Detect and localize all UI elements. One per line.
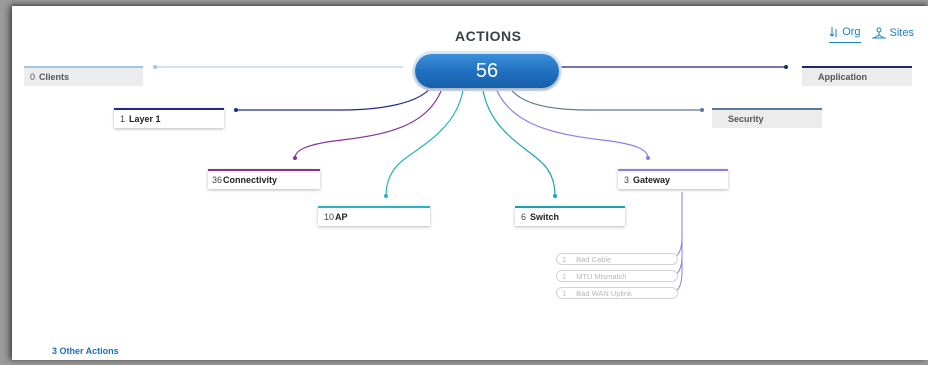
action-count: 1 <box>562 254 567 264</box>
application-label: Application <box>818 72 867 82</box>
other-actions-link[interactable]: 3 Other Actions <box>52 346 119 356</box>
sites-view-button[interactable]: Sites <box>871 26 914 43</box>
org-view-button[interactable]: Org <box>829 26 861 43</box>
ap-label: AP <box>335 212 348 222</box>
switch-count: 6 <box>521 212 527 222</box>
link-gateway-dot <box>646 156 650 160</box>
link-ap-dot <box>384 194 388 198</box>
total-actions-count[interactable]: 56 <box>415 54 559 88</box>
action-label: MTU Mismatch <box>576 271 627 281</box>
link-clients-dot <box>153 65 157 69</box>
gateway-count: 3 <box>624 175 630 185</box>
ap-card[interactable]: 10 AP <box>318 206 430 226</box>
sort-arrows-icon <box>829 27 837 37</box>
link-layer1 <box>236 82 435 111</box>
gateway-label: Gateway <box>633 175 671 185</box>
panel-title: ACTIONS <box>455 28 522 44</box>
action-count: 1 <box>562 271 567 281</box>
action-label: Bad Cable <box>576 254 612 264</box>
action-label: Bad WAN Uplink <box>576 288 632 298</box>
link-gateway <box>493 82 649 159</box>
gateway-action-mtu-mismatch[interactable]: 1 MTU Mismatch <box>556 270 678 282</box>
link-connectivity-dot <box>293 156 297 160</box>
gateway-action-bad-cable[interactable]: 1 Bad Cable <box>556 253 678 265</box>
actions-panel: ACTIONS Org Sites 56 0 Clients Applicati… <box>12 6 928 360</box>
org-label: Org <box>842 26 861 38</box>
connectivity-label: Connectivity <box>223 175 278 185</box>
sites-label: Sites <box>889 26 914 39</box>
security-label: Security <box>728 114 764 124</box>
gateway-card[interactable]: 3 Gateway <box>618 169 728 189</box>
link-switch-dot <box>553 194 557 198</box>
link-bad-cable <box>665 192 683 261</box>
clients-card[interactable]: 0 Clients <box>24 66 143 86</box>
layer1-label: Layer 1 <box>129 114 161 124</box>
link-layer1-dot <box>234 108 238 112</box>
clients-count: 0 <box>30 72 36 82</box>
layer1-count: 1 <box>120 114 126 124</box>
gateway-action-bad-wan-uplink[interactable]: 1 Bad WAN Uplink <box>556 287 678 299</box>
switch-card[interactable]: 6 Switch <box>515 206 625 226</box>
action-count: 1 <box>562 288 567 298</box>
link-ap <box>385 82 465 197</box>
link-security-dot <box>700 108 704 112</box>
clients-label: Clients <box>39 72 70 82</box>
connectivity-card[interactable]: 36 Connectivity <box>208 169 320 189</box>
view-switch: Org Sites <box>829 26 914 43</box>
layer1-card[interactable]: 1 Layer 1 <box>114 108 224 128</box>
connectivity-count: 36 <box>212 175 223 185</box>
link-switch <box>481 82 556 197</box>
switch-label: Switch <box>530 212 560 222</box>
link-application-dot <box>784 65 788 69</box>
application-card[interactable]: Application <box>802 66 912 86</box>
sites-icon <box>871 27 886 38</box>
security-card[interactable]: Security <box>712 108 822 128</box>
ap-count: 10 <box>324 212 335 222</box>
